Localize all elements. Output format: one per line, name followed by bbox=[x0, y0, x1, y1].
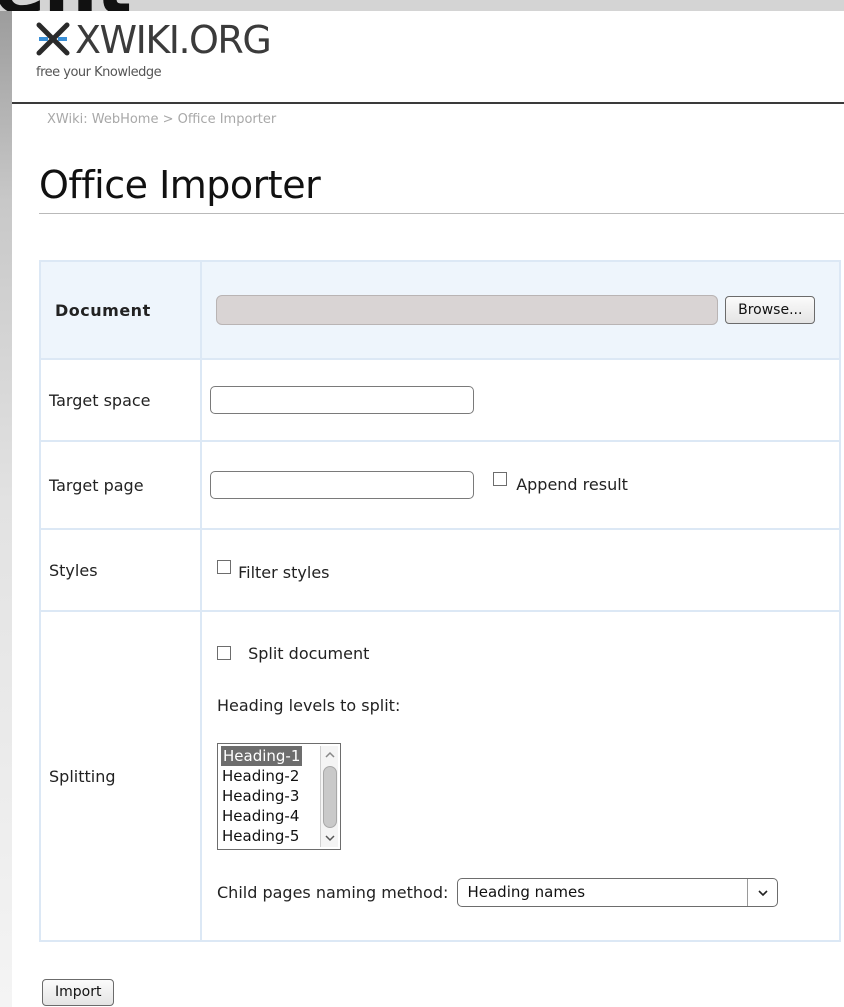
scroll-down-icon[interactable] bbox=[324, 832, 336, 844]
top-bar-text: ent bbox=[0, 0, 132, 11]
heading-option[interactable]: Heading-5 bbox=[222, 826, 299, 846]
heading-option[interactable]: Heading-1 bbox=[221, 745, 303, 766]
naming-method-label: Child pages naming method: bbox=[217, 882, 449, 902]
filter-styles-checkbox[interactable] bbox=[217, 559, 231, 574]
target-page-row: Target page Append result bbox=[39, 440, 841, 530]
target-space-label: Target space bbox=[39, 358, 202, 442]
breadcrumb[interactable]: XWiki: WebHome > Office Importer bbox=[47, 112, 276, 127]
title-divider bbox=[39, 213, 844, 214]
styles-cell: Filter styles bbox=[200, 528, 841, 612]
import-button[interactable]: Import bbox=[42, 979, 115, 1006]
target-page-label: Target page bbox=[39, 440, 202, 530]
logo-tagline: free your Knowledge bbox=[36, 65, 162, 80]
heading-option[interactable]: Heading-4 bbox=[222, 806, 299, 826]
office-importer-form: Document Browse... Target space Target p… bbox=[39, 260, 841, 942]
split-document-checkbox[interactable] bbox=[217, 646, 231, 660]
target-space-input[interactable] bbox=[210, 386, 474, 414]
target-page-cell: Append result bbox=[200, 440, 841, 530]
heading-option[interactable]: Heading-2 bbox=[222, 766, 299, 786]
heading-levels-label: Heading levels to split: bbox=[217, 695, 401, 715]
split-document-label: Split document bbox=[248, 643, 370, 663]
splitting-row: Splitting Split document Heading levels … bbox=[39, 610, 841, 942]
append-result-label: Append result bbox=[516, 474, 628, 494]
target-page-input[interactable] bbox=[210, 471, 474, 499]
x-logo-icon bbox=[36, 22, 70, 56]
append-result-checkbox[interactable] bbox=[493, 472, 508, 486]
heading-levels-listbox[interactable]: Heading-1 Heading-2 Heading-3 Heading-4 … bbox=[217, 742, 341, 850]
scroll-thumb[interactable] bbox=[323, 765, 337, 828]
top-bar: ent bbox=[0, 0, 844, 11]
target-space-row: Target space bbox=[39, 358, 841, 442]
naming-method-value: Heading names bbox=[467, 882, 586, 901]
splitting-cell: Split document Heading levels to split: … bbox=[200, 610, 841, 942]
left-gradient-strip bbox=[0, 0, 12, 1007]
target-space-cell bbox=[200, 358, 841, 442]
xwiki-logo[interactable]: XWIKI.ORG free your Knowledge bbox=[35, 18, 295, 87]
document-label: Document bbox=[39, 260, 202, 360]
dropdown-area[interactable] bbox=[747, 878, 777, 906]
document-field-cell: Browse... bbox=[200, 260, 841, 360]
document-file-field[interactable] bbox=[216, 295, 718, 325]
logo-wordmark: XWIKI.ORG bbox=[75, 18, 272, 62]
heading-option[interactable]: Heading-3 bbox=[222, 786, 299, 806]
listbox-scrollbar[interactable] bbox=[320, 745, 338, 847]
chevron-down-icon bbox=[758, 889, 769, 896]
naming-method-select[interactable]: Heading names bbox=[457, 877, 779, 907]
page-title: Office Importer bbox=[39, 163, 321, 207]
split-document-line: Split document bbox=[217, 643, 839, 683]
browse-button[interactable]: Browse... bbox=[725, 296, 816, 324]
scroll-up-icon[interactable] bbox=[324, 749, 336, 761]
splitting-label: Splitting bbox=[39, 610, 202, 942]
header-divider bbox=[12, 102, 844, 104]
styles-row: Styles Filter styles bbox=[39, 528, 841, 612]
styles-label: Styles bbox=[39, 528, 202, 612]
document-row: Document Browse... bbox=[39, 260, 841, 360]
filter-styles-label: Filter styles bbox=[238, 563, 330, 582]
naming-method-line: Child pages naming method: Heading names bbox=[217, 877, 839, 907]
